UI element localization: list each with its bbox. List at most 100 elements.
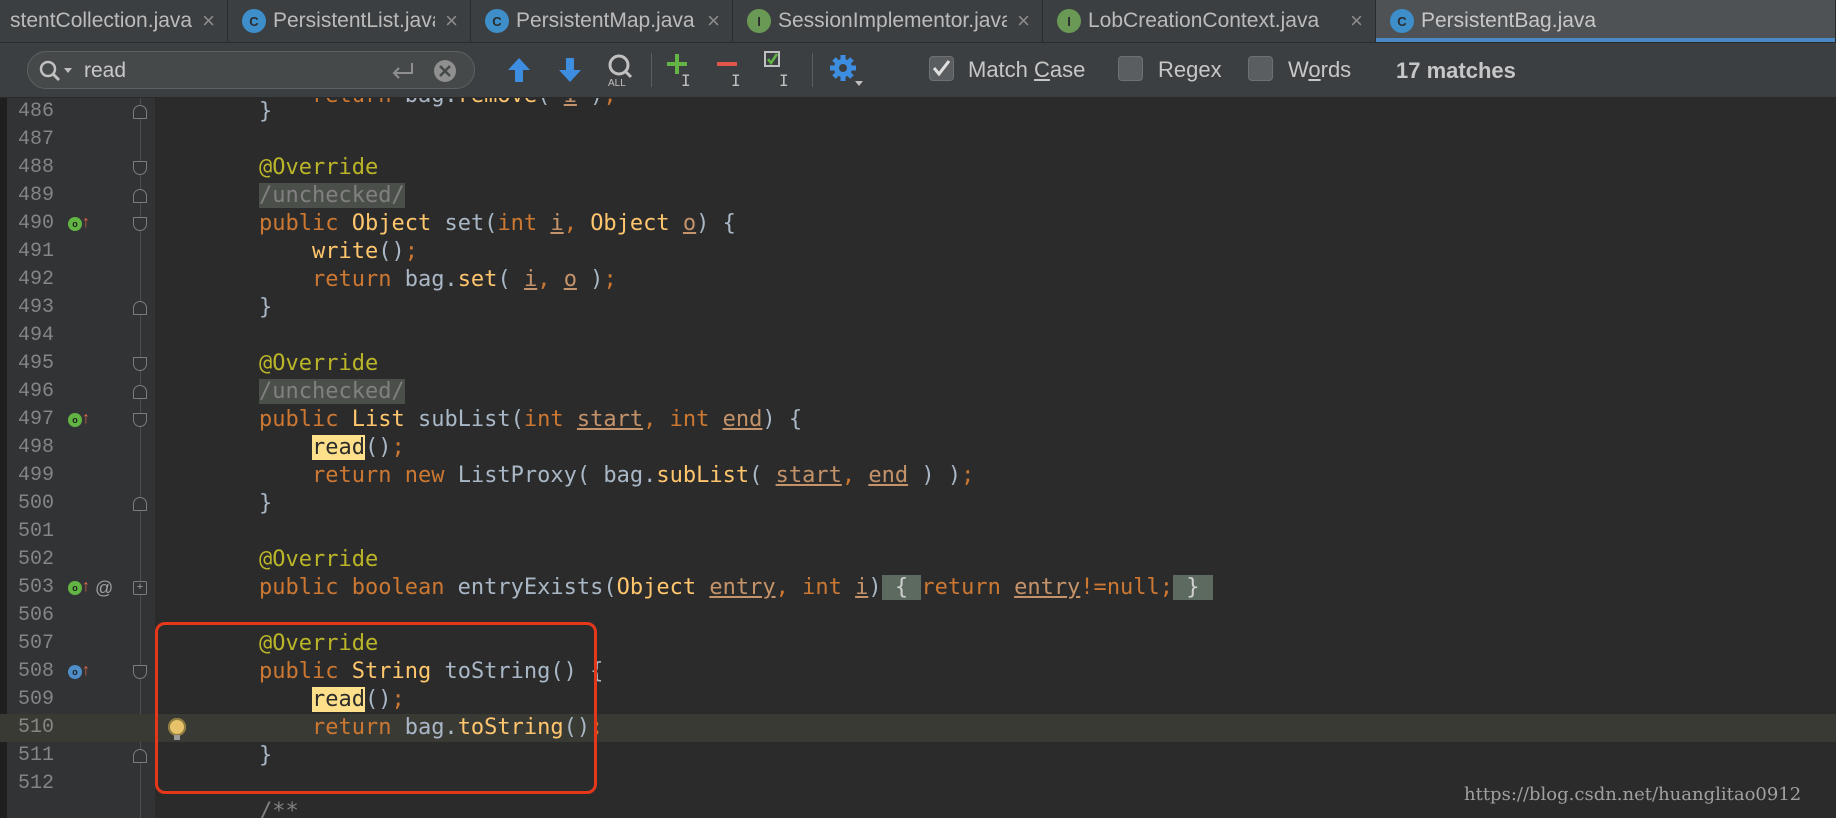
code-text: } xyxy=(206,491,273,516)
code-text: } xyxy=(206,295,273,320)
new-line-icon[interactable] xyxy=(390,60,416,82)
line-number: 492 xyxy=(17,268,54,291)
match-case-checkbox[interactable] xyxy=(929,56,954,81)
overriding-method-icon[interactable]: o xyxy=(68,217,82,231)
search-input[interactable] xyxy=(82,57,386,85)
fold-start-icon[interactable] xyxy=(133,413,147,427)
close-icon[interactable]: × xyxy=(1017,8,1030,34)
regex-checkbox[interactable] xyxy=(1118,56,1143,81)
code-line[interactable]: 502 @Override xyxy=(0,546,1836,574)
line-number: 494 xyxy=(17,324,54,347)
line-number: 510 xyxy=(17,716,54,739)
search-box[interactable] xyxy=(27,51,475,89)
code-line[interactable]: 496 /unchecked/ xyxy=(0,378,1836,406)
tab-lob-creation-context[interactable]: I LobCreationContext.java × xyxy=(1043,0,1376,42)
tab-session-implementor[interactable]: I SessionImplementor.java × xyxy=(733,0,1043,42)
line-number: 489 xyxy=(17,184,54,207)
previous-occurrence-icon[interactable] xyxy=(505,56,533,84)
tab-label: PersistentList.java xyxy=(273,9,436,32)
code-line[interactable]: 489 /unchecked/ xyxy=(0,182,1836,210)
code-text: return new ListProxy( bag.subList( start… xyxy=(311,463,975,488)
fold-start-icon[interactable] xyxy=(133,665,147,679)
fold-end-icon[interactable] xyxy=(133,497,147,511)
tab-persistent-list[interactable]: C PersistentList.java × xyxy=(228,0,471,42)
code-line[interactable]: 498 read(); xyxy=(0,434,1836,462)
overriding-method-icon[interactable]: o xyxy=(68,581,82,595)
line-number: 496 xyxy=(17,380,54,403)
fold-start-icon[interactable] xyxy=(133,217,147,231)
folded-region[interactable]: } xyxy=(1173,575,1213,600)
code-line[interactable]: 493 } xyxy=(0,294,1836,322)
code-text: } xyxy=(206,99,273,124)
code-line[interactable]: 499 return new ListProxy( bag.subList( s… xyxy=(0,462,1836,490)
words-label[interactable]: Words xyxy=(1288,57,1351,83)
tab-persistent-map[interactable]: C PersistentMap.java × xyxy=(471,0,733,42)
tab-persistent-bag[interactable]: C PersistentBag.java xyxy=(1376,0,1836,42)
code-line[interactable]: 492 return bag.set( i, o ); xyxy=(0,266,1836,294)
code-line[interactable]: 487 xyxy=(0,126,1836,154)
line-number: 490 xyxy=(17,212,54,235)
tab-label: stentCollection.java xyxy=(10,9,193,32)
interface-icon: I xyxy=(747,9,771,33)
code-line[interactable]: 486 } xyxy=(0,98,1836,126)
arrow-up-icon: ↑ xyxy=(82,410,90,427)
code-text: @Override xyxy=(258,547,379,572)
code-line[interactable]: 488 @Override xyxy=(0,154,1836,182)
search-history-icon[interactable] xyxy=(38,59,76,83)
fold-end-icon[interactable] xyxy=(133,189,147,203)
line-number: 506 xyxy=(17,604,54,627)
code-line[interactable]: 500 } xyxy=(0,490,1836,518)
expand-fold-icon[interactable]: + xyxy=(133,581,147,595)
fold-end-icon[interactable] xyxy=(133,105,147,119)
tab-label: PersistentBag.java xyxy=(1421,9,1597,32)
exclude-occurrence-icon[interactable]: I xyxy=(763,50,799,88)
tab-label: SessionImplementor.java xyxy=(778,9,1008,32)
code-editor[interactable]: return bag.remove( i ); 486 } 487 488 @O… xyxy=(0,98,1836,818)
line-number: 491 xyxy=(17,240,54,263)
line-number: 497 xyxy=(17,408,54,431)
clear-icon[interactable] xyxy=(433,59,457,83)
close-icon[interactable]: × xyxy=(445,8,458,34)
line-number: 493 xyxy=(17,296,54,319)
regex-label[interactable]: Regex xyxy=(1158,57,1222,83)
overriding-method-icon[interactable]: o xyxy=(68,665,82,679)
code-line[interactable]: 491 write(); xyxy=(0,238,1836,266)
add-occurrence-icon[interactable]: I xyxy=(665,52,701,88)
line-number: 488 xyxy=(17,156,54,179)
svg-text:I: I xyxy=(779,71,789,88)
line-number: 501 xyxy=(17,520,54,543)
close-icon[interactable]: × xyxy=(202,8,215,34)
tab-label: PersistentMap.java xyxy=(516,9,695,32)
line-number: 507 xyxy=(17,632,54,655)
watermark: https://blog.csdn.net/huanglitao0912 xyxy=(1464,784,1802,805)
close-icon[interactable]: × xyxy=(707,8,720,34)
editor-tab-bar: stentCollection.java × C PersistentList.… xyxy=(0,0,1836,43)
code-line[interactable]: 501 xyxy=(0,518,1836,546)
code-line[interactable]: 503 o ↑ @ + public boolean entryExists(O… xyxy=(0,574,1836,602)
find-toolbar: ALL I I I Match Case Regex Words 17 xyxy=(0,43,1836,98)
arrow-up-icon: ↑ xyxy=(82,662,90,679)
folded-region[interactable]: { xyxy=(881,575,922,600)
fold-start-icon[interactable] xyxy=(133,161,147,175)
next-occurrence-icon[interactable] xyxy=(556,56,584,84)
at-icon: @ xyxy=(95,578,114,598)
fold-start-icon[interactable] xyxy=(133,357,147,371)
gear-icon[interactable] xyxy=(828,53,864,89)
code-line[interactable]: 495 @Override xyxy=(0,350,1836,378)
select-all-occurrences-icon[interactable]: ALL xyxy=(604,52,640,88)
code-line[interactable]: 490 o ↑ public Object set(int i, Object … xyxy=(0,210,1836,238)
match-case-label[interactable]: Match Case xyxy=(968,57,1085,83)
code-line[interactable]: 497 o ↑ public List subList(int start, i… xyxy=(0,406,1836,434)
fold-end-icon[interactable] xyxy=(133,301,147,315)
line-number: 486 xyxy=(17,100,54,123)
overriding-method-icon[interactable]: o xyxy=(68,413,82,427)
words-checkbox[interactable] xyxy=(1248,56,1273,81)
tab-persistent-collection[interactable]: stentCollection.java × xyxy=(0,0,228,42)
code-text: public Object set(int i, Object o) { xyxy=(258,211,736,236)
code-line[interactable]: 494 xyxy=(0,322,1836,350)
close-icon[interactable]: × xyxy=(1350,8,1363,34)
fold-end-icon[interactable] xyxy=(133,385,147,399)
code-text: /** xyxy=(206,799,299,818)
remove-occurrence-icon[interactable]: I xyxy=(715,52,751,88)
fold-end-icon[interactable] xyxy=(133,749,147,763)
